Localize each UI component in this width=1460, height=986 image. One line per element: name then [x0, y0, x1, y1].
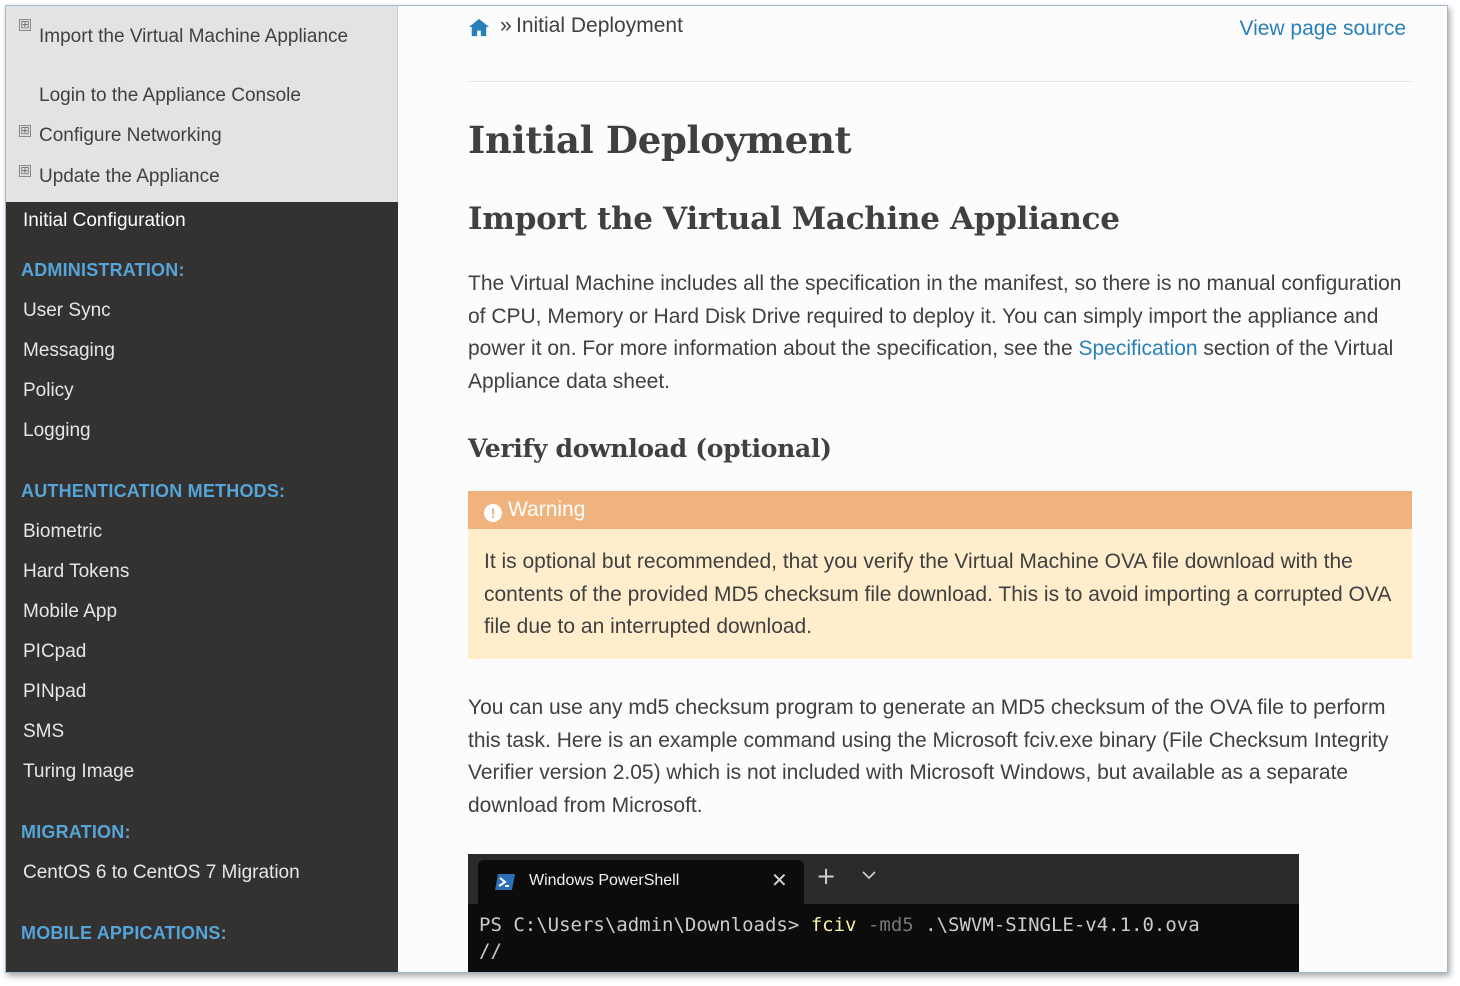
terminal-prompt: PS C:\Users\admin\Downloads> [479, 914, 811, 936]
expand-icon[interactable]: ⊞ [19, 125, 31, 137]
home-icon[interactable] [468, 17, 490, 37]
warning-box: ! Warning It is optional but recommended,… [468, 491, 1412, 659]
terminal-tab-title: Windows PowerShell [529, 872, 680, 889]
breadcrumb-current: Initial Deployment [516, 14, 683, 37]
exclamation-icon: ! [484, 504, 502, 522]
sidebar-item-login-console[interactable]: Login to the Appliance Console [6, 80, 397, 120]
expand-icon[interactable]: ⊞ [19, 165, 31, 177]
sidebar-item-mobile-app[interactable]: Mobile App [6, 592, 398, 632]
terminal-tab-bar: Windows PowerShell ✕ + [468, 854, 1299, 904]
sidebar-subsection-list: ⊞ Import the Virtual Machine Appliance L… [6, 6, 398, 202]
section-title: Import the Virtual Machine Appliance [468, 201, 1120, 237]
sidebar-item-pinpad[interactable]: PINpad [6, 672, 398, 712]
sidebar: ⊞ Import the Virtual Machine Appliance L… [6, 6, 398, 972]
main-content: » Initial Deployment View page source In… [468, 6, 1412, 972]
terminal-flag: -md5 [856, 914, 914, 936]
terminal-output-line: // [479, 940, 502, 962]
sidebar-item-label: Update the Appliance [39, 166, 220, 187]
sidebar-item-import-appliance[interactable]: ⊞ Import the Virtual Machine Appliance [6, 14, 397, 80]
page-title: Initial Deployment [468, 118, 852, 162]
intro-paragraph: The Virtual Machine includes all the spe… [468, 268, 1412, 398]
powershell-icon [495, 874, 515, 890]
section-caption-migration: MIGRATION: [21, 822, 131, 842]
warning-body: It is optional but recommended, that you… [484, 550, 1391, 638]
chevron-down-icon[interactable] [862, 868, 876, 882]
sidebar-item-centos-migration[interactable]: CentOS 6 to CentOS 7 Migration [6, 853, 398, 893]
breadcrumb: » Initial Deployment View page source [468, 14, 1412, 50]
powershell-screenshot: Windows PowerShell ✕ + PS C:\Users\admin… [468, 854, 1299, 972]
sidebar-item-user-sync[interactable]: User Sync [6, 291, 398, 331]
terminal-command-line: PS C:\Users\admin\Downloads> fciv -md5 .… [479, 914, 1200, 936]
subsection-title: Verify download (optional) [468, 434, 832, 463]
checksum-paragraph: You can use any md5 checksum program to … [468, 696, 1389, 817]
expand-icon[interactable]: ⊞ [19, 19, 31, 31]
section-caption-authentication-methods: AUTHENTICATION METHODS: [21, 481, 286, 501]
sidebar-item-update-appliance[interactable]: ⊞ Update the Appliance [6, 160, 397, 200]
close-icon[interactable]: ✕ [771, 868, 788, 892]
section-caption-administration: ADMINISTRATION: [21, 260, 185, 280]
view-page-source-link[interactable]: View page source [1239, 17, 1406, 41]
sidebar-item-initial-configuration[interactable]: Initial Configuration [6, 202, 398, 244]
warning-title-bar: ! Warning [468, 491, 1412, 529]
terminal-argument: .\SWVM-SINGLE-v4.1.0.ova [913, 914, 1200, 936]
sidebar-item-configure-networking[interactable]: ⊞ Configure Networking [6, 120, 397, 160]
sidebar-item-turing-image[interactable]: Turing Image [6, 752, 398, 792]
terminal-tab[interactable]: Windows PowerShell ✕ [478, 860, 804, 904]
sidebar-item-hard-tokens[interactable]: Hard Tokens [6, 552, 398, 592]
warning-title: Warning [508, 498, 586, 521]
terminal-command: fciv [810, 914, 857, 936]
sidebar-item-logging[interactable]: Logging [6, 411, 398, 451]
divider [468, 81, 1412, 82]
sidebar-item-biometric[interactable]: Biometric [6, 512, 398, 552]
specification-link[interactable]: Specification [1079, 337, 1198, 360]
sidebar-item-label: Import the Virtual Machine Appliance [39, 26, 349, 47]
new-tab-icon[interactable]: + [816, 862, 836, 890]
sidebar-item-sms[interactable]: SMS [6, 712, 398, 752]
sidebar-item-label: Login to the Appliance Console [39, 85, 301, 106]
sidebar-item-messaging[interactable]: Messaging [6, 331, 398, 371]
sidebar-item-policy[interactable]: Policy [6, 371, 398, 411]
sidebar-item-label: Configure Networking [39, 125, 222, 146]
browser-frame: ⊞ Import the Virtual Machine Appliance L… [5, 5, 1448, 973]
section-caption-mobile-applications: MOBILE APPICATIONS: [21, 923, 227, 943]
sidebar-item-picpad[interactable]: PICpad [6, 632, 398, 672]
breadcrumb-separator: » [500, 14, 512, 37]
